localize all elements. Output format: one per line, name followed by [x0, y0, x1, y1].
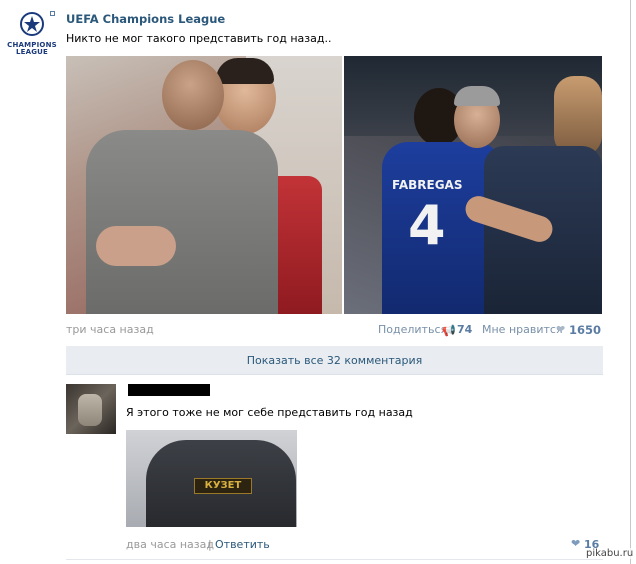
photo-spectator [554, 76, 602, 156]
share-button[interactable]: Поделиться [378, 323, 447, 336]
post-timestamp[interactable]: три часа назад [66, 323, 154, 336]
logo-wordmark: CHAMPIONS LEAGUE [7, 42, 57, 56]
author-avatar[interactable]: CHAMPIONS LEAGUE [7, 12, 57, 62]
photo-jersey-number: 4 [408, 194, 446, 257]
commenter-name-underline [128, 394, 208, 396]
post-author-link[interactable]: UEFA Champions League [66, 12, 225, 26]
photo-coach-arm [96, 226, 176, 266]
photo-coach-body [86, 130, 278, 314]
post-text: Никто не мог такого представить год наза… [66, 32, 332, 45]
like-button[interactable]: Мне нравится [482, 323, 563, 336]
photo-patch: КУЗЕТ [194, 478, 252, 494]
photo-coach-hair [454, 86, 500, 106]
heart-icon[interactable]: ❤ [556, 323, 565, 336]
show-all-comments-button[interactable]: Показать все 32 комментария [66, 346, 603, 375]
comment-photo[interactable]: КУЗЕТ [126, 430, 297, 527]
commenter-avatar[interactable] [66, 384, 116, 434]
logo-word-2: LEAGUE [15, 48, 49, 56]
post-photo-left[interactable] [66, 56, 342, 314]
megaphone-icon[interactable]: 📢 [442, 324, 456, 337]
share-count: 74 [457, 323, 473, 336]
starball-icon [20, 12, 44, 36]
heart-icon[interactable]: ❤ [571, 537, 580, 550]
comment-separator: | [208, 538, 212, 551]
photo-coach-head [162, 60, 224, 130]
comment-timestamp[interactable]: два часа назад [126, 538, 214, 551]
like-count: 1650 [569, 323, 602, 337]
divider [66, 559, 603, 560]
avatar-hand-shape [78, 394, 102, 426]
post-frame: CHAMPIONS LEAGUE UEFA Champions League Н… [0, 0, 636, 564]
page-border [630, 0, 631, 564]
comment-text: Я этого тоже не мог себе представить год… [126, 406, 413, 419]
photo-player-hair [216, 58, 274, 84]
watermark: pikabu.ru [586, 548, 634, 559]
reply-button[interactable]: Ответить [215, 538, 270, 551]
online-status-icon [50, 11, 55, 16]
photo-jersey-name: FABREGAS [392, 178, 463, 192]
post-photo-right[interactable]: FABREGAS 4 [344, 56, 602, 314]
